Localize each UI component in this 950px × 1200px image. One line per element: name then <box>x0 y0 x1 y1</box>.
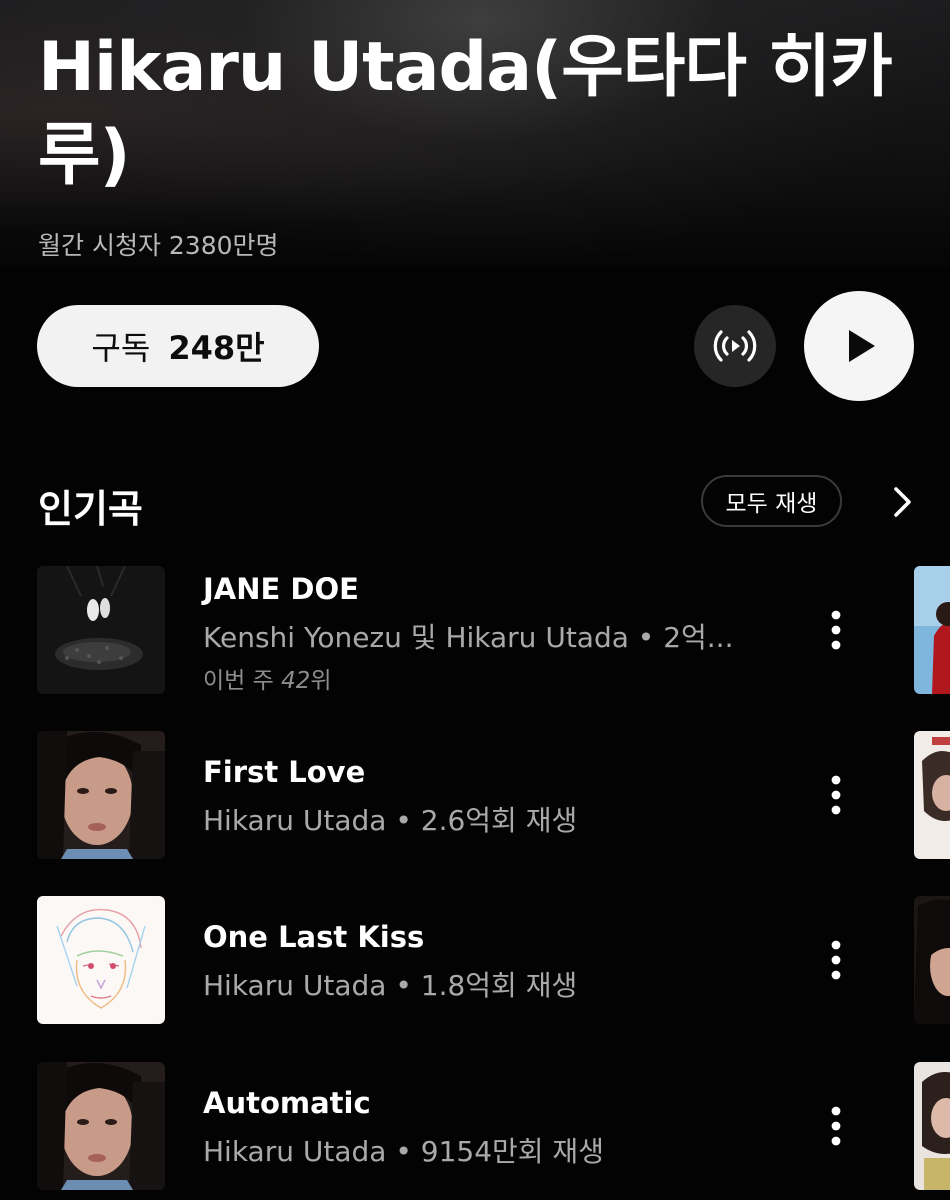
radio-broadcast-icon <box>713 330 757 362</box>
album-art <box>37 731 165 859</box>
track-subtitle: Kenshi Yonezu 및 Hikaru Utada • 2억... <box>203 621 734 654</box>
play-icon <box>849 330 875 362</box>
subscribe-label: 구독 <box>91 329 151 367</box>
subscriber-count: 248만 <box>168 329 265 367</box>
monthly-listeners: 월간 시청자 2380만명 <box>38 231 279 260</box>
play-all-button[interactable]: 모두 재생 <box>701 475 842 527</box>
track-title: Automatic <box>203 1086 371 1120</box>
chart-prefix: 이번 주 <box>203 668 282 694</box>
section-more-button[interactable] <box>884 482 920 522</box>
track-menu-button[interactable] <box>820 1100 852 1152</box>
track-menu-button[interactable] <box>820 934 852 986</box>
track-subtitle: Hikaru Utada • 9154만회 재생 <box>203 1135 604 1168</box>
more-vert-icon <box>831 775 841 815</box>
more-vert-icon <box>831 610 841 650</box>
track-subtitle: Hikaru Utada • 1.8억회 재생 <box>203 969 578 1002</box>
artist-page: Hikaru Utada(우타다 히카루) 월간 시청자 2380만명 구독 2… <box>0 0 950 1200</box>
album-art <box>37 896 165 1024</box>
next-column-thumbnail[interactable] <box>914 566 950 694</box>
next-column-thumbnail[interactable] <box>914 1062 950 1190</box>
radio-button[interactable] <box>694 305 776 387</box>
chart-rank: 이번 주 42위 <box>203 661 332 695</box>
track-title: First Love <box>203 755 366 789</box>
album-art <box>37 566 165 694</box>
artist-header: Hikaru Utada(우타다 히카루) 월간 시청자 2380만명 <box>0 0 950 268</box>
track-row[interactable]: One Last Kiss Hikaru Utada • 1.8억회 재생 <box>0 896 950 1026</box>
next-column-thumbnail[interactable] <box>914 731 950 859</box>
track-menu-button[interactable] <box>820 604 852 656</box>
track-row[interactable]: JANE DOE Kenshi Yonezu 및 Hikaru Utada • … <box>0 566 950 696</box>
chevron-right-icon <box>894 487 911 517</box>
chart-rank-number: 42 <box>281 668 311 694</box>
artist-name: Hikaru Utada(우타다 히카루) <box>38 28 893 195</box>
next-column-thumbnail[interactable] <box>914 896 950 1024</box>
album-art <box>37 1062 165 1190</box>
more-vert-icon <box>831 940 841 980</box>
chart-suffix: 위 <box>310 668 332 694</box>
play-button[interactable] <box>804 291 914 401</box>
track-title: One Last Kiss <box>203 920 425 954</box>
track-row[interactable]: Automatic Hikaru Utada • 9154만회 재생 <box>0 1062 950 1192</box>
track-menu-button[interactable] <box>820 769 852 821</box>
track-subtitle: Hikaru Utada • 2.6억회 재생 <box>203 804 578 837</box>
more-vert-icon <box>831 1106 841 1146</box>
track-title: JANE DOE <box>203 572 359 606</box>
subscribe-button[interactable]: 구독 248만 <box>37 305 319 387</box>
popular-section-title: 인기곡 <box>38 487 143 531</box>
track-row[interactable]: First Love Hikaru Utada • 2.6억회 재생 <box>0 731 950 861</box>
